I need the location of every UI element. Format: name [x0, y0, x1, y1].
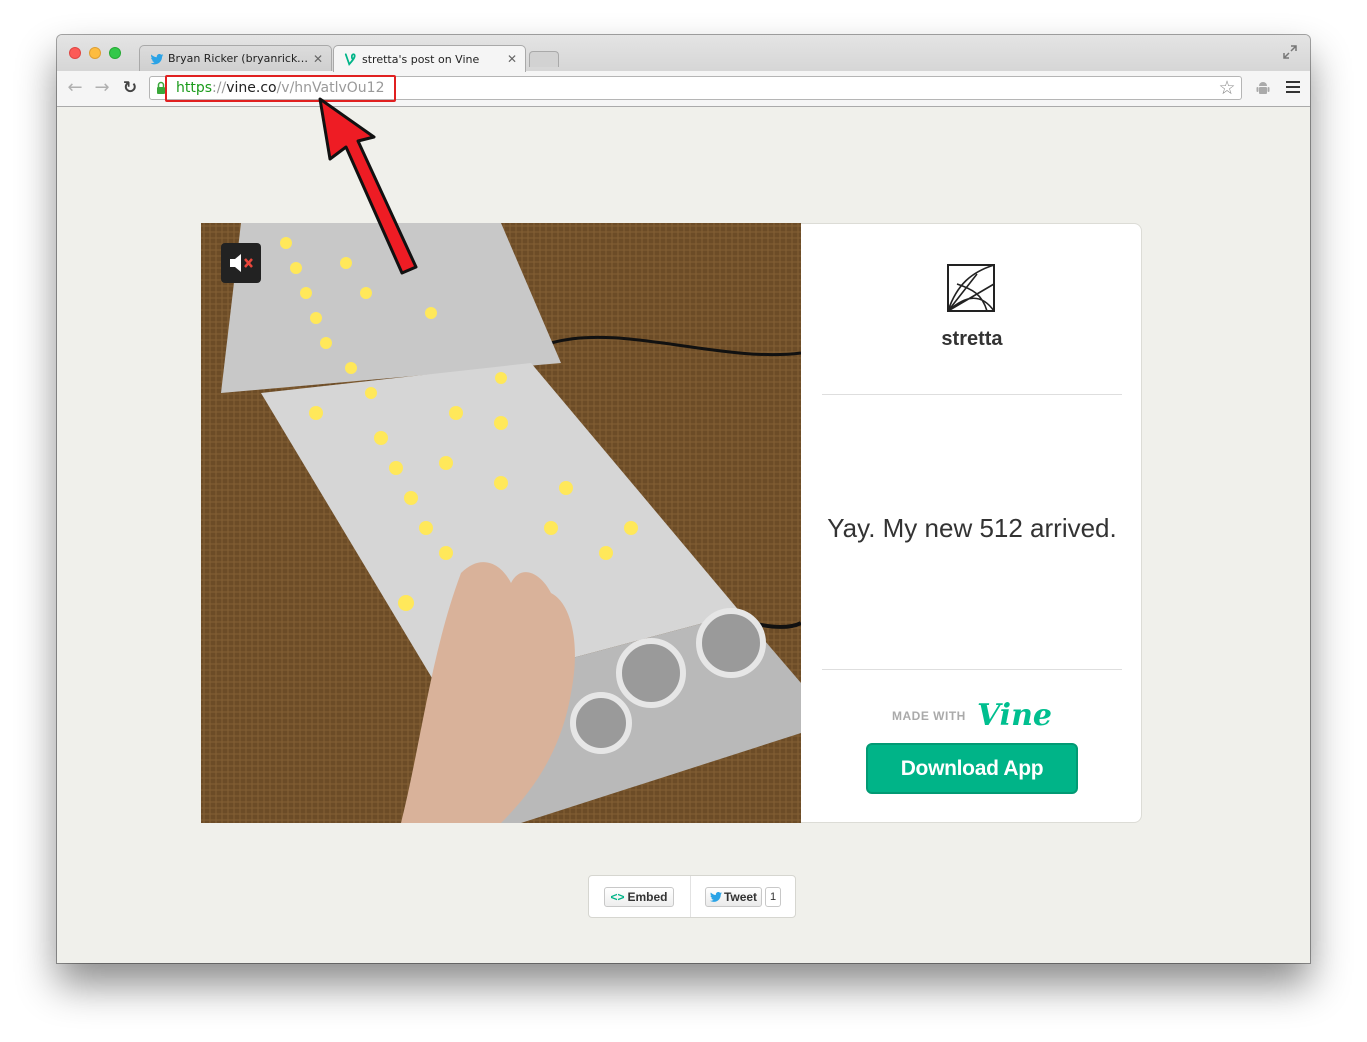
made-with-vine: MADE WITH Vine — [822, 698, 1122, 733]
window-minimize-button[interactable] — [89, 47, 101, 59]
browser-window: Bryan Ricker (bryanricker) ✕ stretta's p… — [57, 35, 1310, 963]
video-player[interactable] — [201, 223, 801, 823]
divider-bottom — [822, 669, 1122, 670]
post-caption: Yay. My new 512 arrived. — [827, 513, 1117, 543]
window-zoom-button[interactable] — [109, 47, 121, 59]
vine-logo: Vine — [976, 698, 1052, 733]
tweet-count: 1 — [765, 887, 781, 907]
download-app-button[interactable]: Download App — [866, 743, 1078, 794]
video-frame — [201, 223, 801, 823]
reload-icon[interactable]: ↻ — [120, 78, 140, 98]
menu-icon[interactable] — [1286, 81, 1300, 95]
tab-vine-post[interactable]: stretta's post on Vine ✕ — [333, 45, 526, 72]
tab-twitter-profile[interactable]: Bryan Ricker (bryanricker) ✕ — [139, 45, 332, 71]
fullscreen-icon[interactable] — [1282, 44, 1298, 60]
code-icon: <> — [610, 890, 625, 904]
share-divider — [690, 876, 691, 917]
tab-strip: Bryan Ricker (bryanricker) ✕ stretta's p… — [57, 35, 1310, 72]
forward-arrow-icon[interactable]: → — [92, 78, 112, 98]
mute-toggle-button[interactable] — [221, 243, 261, 283]
profile-avatar-icon[interactable] — [947, 264, 995, 312]
divider-top — [822, 394, 1122, 395]
tweet-button[interactable]: Tweet — [705, 887, 762, 907]
close-icon[interactable]: ✕ — [313, 52, 323, 66]
tab-title: Bryan Ricker (bryanricker) — [168, 52, 309, 65]
window-close-button[interactable] — [69, 47, 81, 59]
speaker-muted-icon — [230, 254, 253, 272]
embed-button[interactable]: <> Embed — [604, 887, 674, 907]
tab-title: stretta's post on Vine — [362, 52, 480, 66]
bookmark-star-icon[interactable]: ☆ — [1217, 78, 1237, 98]
twitter-bird-icon — [150, 53, 164, 64]
tweet-label: Tweet — [723, 890, 758, 904]
made-with-label: MADE WITH — [892, 708, 966, 723]
android-extension-icon[interactable] — [1256, 81, 1270, 97]
share-bar: <> Embed Tweet 1 — [588, 875, 796, 918]
close-icon[interactable]: ✕ — [507, 52, 517, 66]
new-tab-button[interactable] — [529, 51, 559, 67]
embed-label: Embed — [627, 890, 668, 904]
red-arrow-icon — [318, 97, 418, 275]
username[interactable]: stretta — [822, 328, 1122, 351]
back-arrow-icon[interactable]: ← — [65, 78, 85, 98]
twitter-bird-icon — [709, 892, 722, 902]
vine-v-icon — [344, 53, 356, 66]
